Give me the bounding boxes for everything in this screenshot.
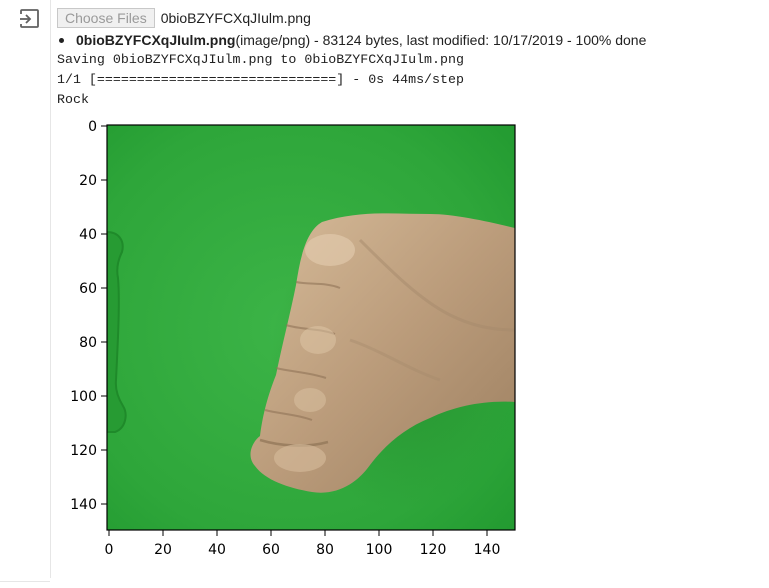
y-tick-label: 120: [70, 443, 97, 459]
hand-image: [107, 125, 515, 530]
x-tick-label: 140: [474, 542, 501, 558]
y-tick-label: 60: [79, 281, 97, 297]
y-tick-label: 20: [79, 173, 97, 189]
image-plot: 0 20 40 60 80 100 120 140 0 20 40 60 80 …: [70, 119, 516, 558]
exit-output-icon[interactable]: [19, 8, 41, 30]
cell-gutter: [0, 0, 51, 578]
uploaded-file-name: 0bioBZYFCXqJIulm.png: [76, 32, 236, 48]
choose-files-button[interactable]: Choose Files: [57, 8, 155, 28]
y-tick-label: 0: [88, 119, 97, 135]
x-tick-label: 80: [316, 542, 334, 558]
uploaded-file-list-item: 0bioBZYFCXqJIulm.png (image/png) - 83124…: [57, 31, 646, 49]
y-tick-label: 40: [79, 227, 97, 243]
uploaded-file-details: (image/png) - 83124 bytes, last modified…: [235, 32, 647, 48]
y-axis: 0 20 40 60 80 100 120 140: [70, 119, 107, 513]
y-tick-label: 100: [70, 389, 97, 405]
x-axis: 0 20 40 60 80 100 120 140: [105, 530, 501, 558]
prediction-result: Rock: [57, 92, 89, 107]
file-upload-widget: Choose Files 0bioBZYFCXqJIulm.png: [57, 8, 311, 28]
notebook-output-cell: Choose Files 0bioBZYFCXqJIulm.png 0bioBZ…: [0, 0, 769, 588]
x-tick-label: 20: [154, 542, 172, 558]
cell-gutter-divider: [0, 581, 50, 582]
x-tick-label: 120: [420, 542, 447, 558]
progress-message: 1/1 [==============================] - 0…: [57, 72, 464, 87]
y-tick-label: 140: [70, 497, 97, 513]
x-tick-label: 60: [262, 542, 280, 558]
x-tick-label: 0: [105, 542, 114, 558]
saving-message: Saving 0bioBZYFCXqJIulm.png to 0bioBZYFC…: [57, 52, 464, 67]
x-tick-label: 40: [208, 542, 226, 558]
y-tick-label: 80: [79, 335, 97, 351]
selected-file-name: 0bioBZYFCXqJIulm.png: [160, 10, 311, 26]
x-tick-label: 100: [366, 542, 393, 558]
bullet-icon: [59, 37, 64, 43]
